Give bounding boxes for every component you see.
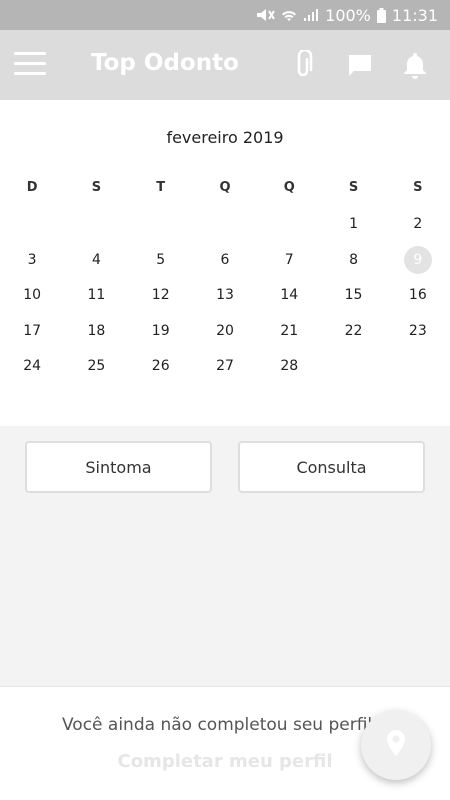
day-number: 15: [344, 287, 363, 303]
app-title: Top Odonto: [91, 50, 239, 76]
day-number: 4: [91, 252, 101, 268]
calendar-day-today[interactable]: 9: [386, 246, 450, 274]
weekday-label: D: [26, 180, 38, 195]
month-label: fevereiro 2019: [166, 128, 284, 147]
clock: 11:31: [391, 5, 438, 25]
wifi-icon: [281, 8, 297, 22]
calendar-day[interactable]: 25: [64, 352, 128, 378]
day-number: 6: [220, 252, 230, 268]
calendar-day[interactable]: 24: [0, 352, 64, 378]
calendar-week: 24 25 26 27 28: [0, 352, 450, 378]
weekday-label: Q: [219, 180, 231, 195]
calendar-day[interactable]: 4: [64, 246, 128, 272]
location-button[interactable]: [361, 710, 431, 780]
calendar-week: 12: [0, 210, 450, 236]
signal-icon: [303, 8, 319, 22]
mute-icon: [255, 8, 275, 22]
day-number: 20: [216, 323, 234, 339]
day-number: 26: [151, 358, 170, 374]
day-number: 2: [413, 216, 423, 232]
calendar-day[interactable]: 16: [386, 281, 450, 307]
calendar-day[interactable]: 12: [129, 281, 193, 307]
calendar-day[interactable]: 27: [193, 352, 257, 378]
day-number: 19: [151, 323, 170, 339]
day-number: 18: [87, 323, 106, 339]
calendar-day[interactable]: 3: [0, 246, 64, 272]
weekday-label: Q: [283, 180, 295, 195]
day-number: 14: [280, 287, 299, 303]
calendar-day[interactable]: 8: [321, 246, 385, 272]
action-buttons: Sintoma Consulta: [0, 441, 450, 493]
calendar-day[interactable]: 10: [0, 281, 64, 307]
profile-message: Você ainda não completou seu perfil: [62, 715, 373, 735]
chat-icon[interactable]: [343, 48, 377, 82]
attachment-icon[interactable]: [286, 48, 320, 82]
calendar-day[interactable]: 2: [386, 210, 450, 236]
weekday-label: S: [413, 180, 423, 195]
calendar-day[interactable]: 28: [257, 352, 321, 378]
day-number: 11: [87, 287, 106, 303]
day-number: 23: [408, 323, 427, 339]
day-number: 24: [23, 358, 42, 374]
battery-icon: [376, 7, 386, 23]
day-number: 1: [349, 216, 358, 232]
appointment-button[interactable]: Consulta: [238, 441, 425, 493]
bell-icon[interactable]: [398, 48, 432, 82]
calendar-day[interactable]: 20: [193, 317, 257, 343]
calendar-day[interactable]: 23: [386, 317, 450, 343]
calendar-day[interactable]: 15: [321, 281, 385, 307]
day-number: 25: [87, 358, 106, 374]
calendar: fevereiro 2019 D S T Q Q S S 1 2 3 4 5 6 7 8 9 10…: [0, 100, 450, 426]
symptom-button[interactable]: Sintoma: [25, 441, 212, 493]
day-number: 5: [156, 252, 166, 268]
calendar-day[interactable]: 14: [257, 281, 321, 307]
weekday-label: S: [348, 180, 359, 195]
day-number: 16: [408, 287, 427, 303]
location-pin-icon: [386, 730, 406, 760]
day-number: 3: [27, 252, 37, 268]
day-number: 17: [23, 323, 42, 339]
day-number: 27: [216, 358, 234, 374]
app-bar: Top Odonto: [0, 30, 450, 100]
battery-level: 100%: [325, 5, 371, 25]
calendar-day[interactable]: 5: [129, 246, 193, 272]
calendar-day[interactable]: 1: [321, 210, 385, 236]
weekday-header: D S T Q Q S S: [0, 180, 450, 195]
calendar-day[interactable]: 18: [64, 317, 128, 343]
calendar-day[interactable]: 22: [321, 317, 385, 343]
weekday-label: T: [156, 180, 166, 195]
day-number: 10: [23, 287, 42, 303]
day-number: 8: [349, 252, 358, 268]
day-number: 13: [216, 287, 234, 303]
calendar-day[interactable]: 13: [193, 281, 257, 307]
day-number: 9: [403, 246, 432, 274]
calendar-week: 3 4 5 6 7 8 9: [0, 246, 450, 274]
calendar-day[interactable]: 11: [64, 281, 128, 307]
day-number: 21: [280, 323, 299, 339]
weekday-label: S: [91, 180, 102, 195]
calendar-day[interactable]: 6: [193, 246, 257, 272]
calendar-day[interactable]: 19: [129, 317, 193, 343]
menu-icon[interactable]: [14, 52, 46, 78]
calendar-day[interactable]: 17: [0, 317, 64, 343]
calendar-week: 10 11 12 13 14 15 16: [0, 281, 450, 307]
status-bar: 100% 11:31: [0, 0, 450, 30]
calendar-day[interactable]: 26: [129, 352, 193, 378]
day-number: 28: [280, 358, 299, 374]
calendar-day[interactable]: 21: [257, 317, 321, 343]
day-number: 7: [284, 252, 294, 268]
calendar-week: 17 18 19 20 21 22 23: [0, 317, 450, 343]
day-number: 12: [151, 287, 170, 303]
calendar-day[interactable]: 7: [257, 246, 321, 272]
day-number: 22: [344, 323, 363, 339]
